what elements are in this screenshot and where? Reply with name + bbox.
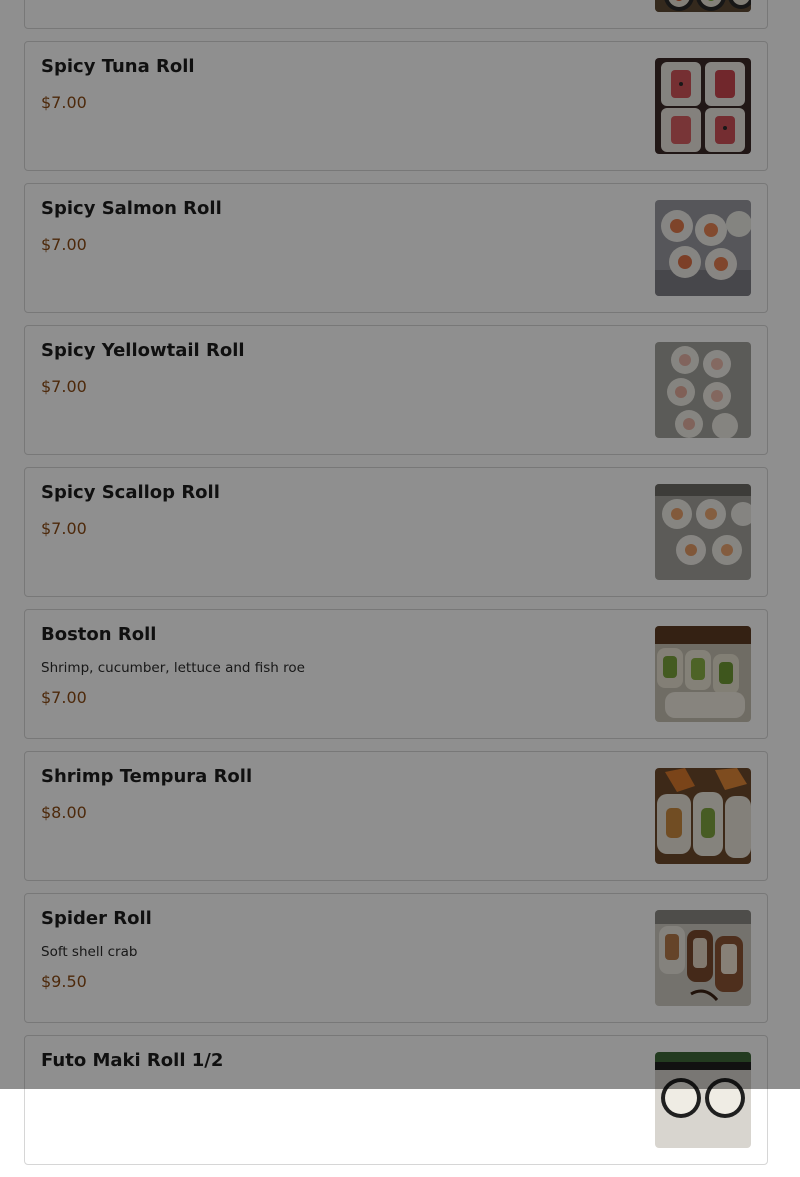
modal-backdrop-overlay[interactable] (0, 0, 800, 1089)
